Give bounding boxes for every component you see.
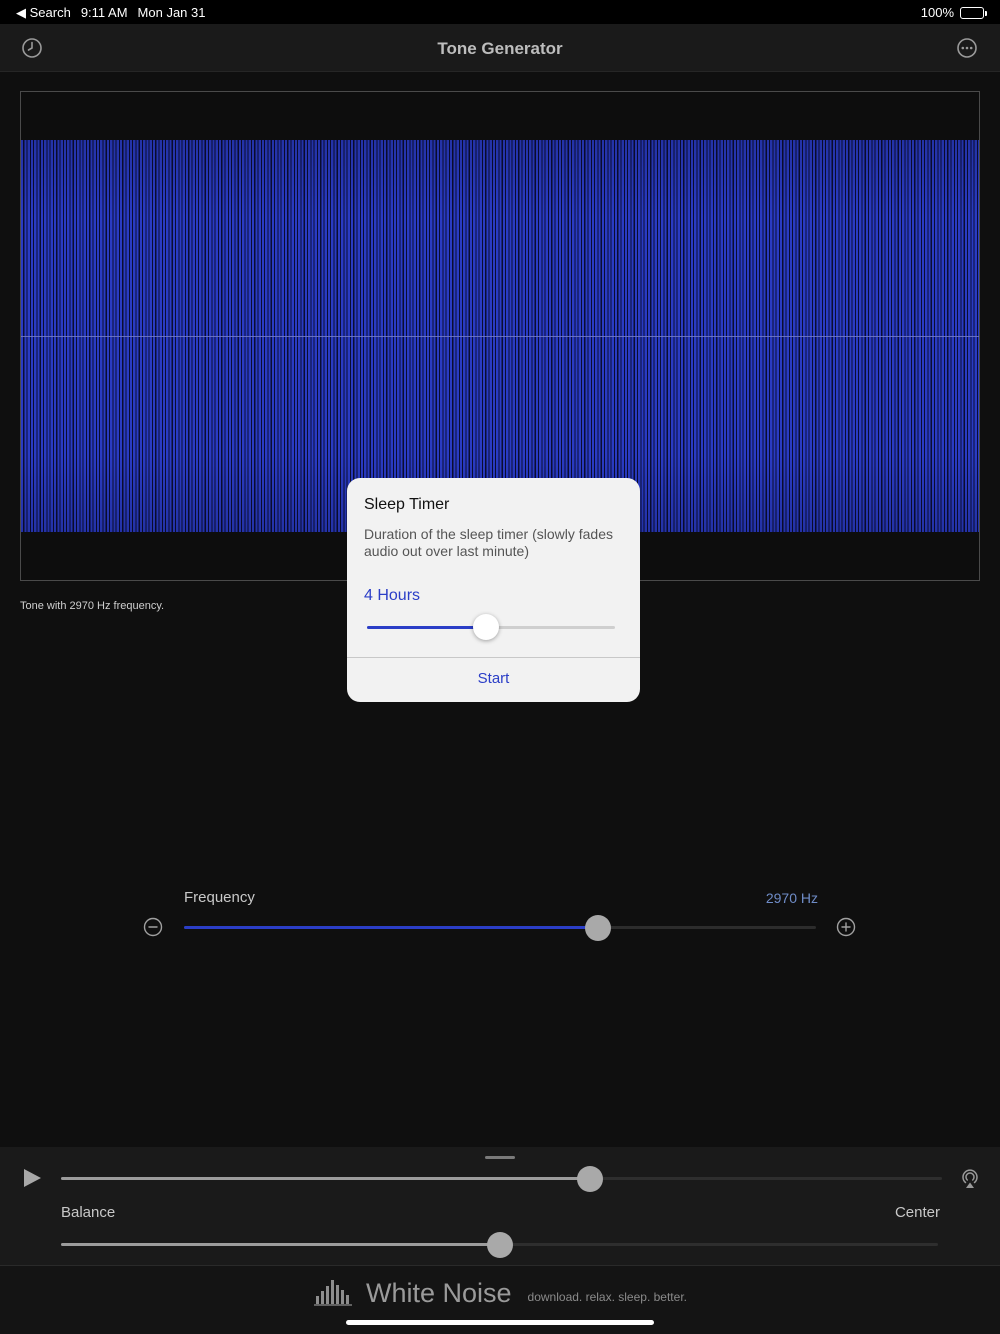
- dialog-description: Duration of the sleep timer (slowly fade…: [364, 526, 613, 559]
- nav-bar: Tone Generator: [0, 24, 1000, 72]
- status-time: 9:11 AM: [80, 5, 128, 20]
- player-panel: Balance Center: [0, 1147, 1000, 1265]
- sleep-duration-fill: [367, 626, 487, 629]
- waveform-zero-line: [21, 336, 979, 337]
- sleep-timer-dialog: Sleep Timer Duration of the sleep timer …: [347, 478, 640, 702]
- sleep-duration-value: 4 Hours: [364, 587, 421, 604]
- brand-tagline: download. relax. sleep. better.: [527, 1290, 687, 1304]
- volume-fill: [61, 1177, 590, 1180]
- frequency-value: 2970 Hz: [765, 890, 818, 906]
- balance-fill: [61, 1243, 500, 1246]
- waveform-caption: Tone with 2970 Hz frequency.: [20, 600, 165, 612]
- play-icon[interactable]: [21, 1167, 43, 1189]
- ellipsis-circle-icon[interactable]: [956, 37, 978, 59]
- frequency-slider[interactable]: [184, 912, 816, 942]
- balance-thumb[interactable]: [486, 1232, 513, 1258]
- frequency-thumb[interactable]: [584, 915, 611, 941]
- brand-name: White Noise: [366, 1278, 512, 1308]
- dialog-title: Sleep Timer: [364, 496, 450, 513]
- back-to-search-link[interactable]: ◀ Search: [16, 5, 71, 21]
- battery-percent: 100%: [920, 5, 954, 20]
- balance-label: Balance: [61, 1204, 116, 1221]
- panel-grabber[interactable]: [485, 1156, 515, 1159]
- frequency-fill: [184, 926, 598, 929]
- balance-slider[interactable]: [61, 1229, 938, 1259]
- balance-value: Center: [894, 1204, 940, 1221]
- home-indicator: [346, 1320, 654, 1325]
- volume-slider[interactable]: [61, 1163, 942, 1193]
- frequency-label: Frequency: [184, 889, 255, 906]
- battery-icon: [960, 6, 987, 19]
- plus-circle-icon[interactable]: [836, 917, 856, 937]
- status-bar: ◀ Search 9:11 AM Mon Jan 31 100%: [0, 0, 1000, 24]
- airplay-icon[interactable]: [959, 1167, 981, 1189]
- volume-thumb[interactable]: [576, 1166, 603, 1192]
- sleep-duration-slider[interactable]: [367, 613, 615, 641]
- status-date: Mon Jan 31: [137, 5, 206, 20]
- sleep-duration-thumb[interactable]: [473, 614, 500, 640]
- page-title: Tone Generator: [437, 39, 563, 58]
- minus-circle-icon[interactable]: [143, 917, 163, 937]
- equalizer-logo-icon: [314, 1280, 352, 1306]
- start-button[interactable]: Start: [347, 658, 640, 702]
